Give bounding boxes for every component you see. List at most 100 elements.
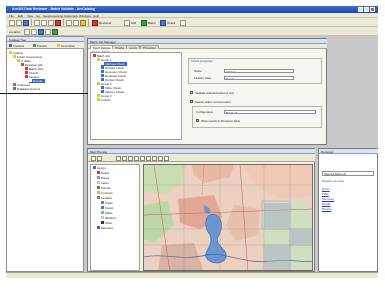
write-results-label: Write results to Reviewer table bbox=[201, 118, 241, 123]
menu-view[interactable]: View bbox=[27, 14, 33, 18]
session-icon bbox=[25, 75, 28, 79]
catalog-icon[interactable] bbox=[45, 28, 51, 35]
menu-file[interactable]: File bbox=[9, 14, 14, 18]
zoom-out-icon[interactable] bbox=[97, 155, 102, 161]
measure-icon[interactable] bbox=[152, 155, 157, 161]
configuration-field[interactable]: Batch job bbox=[224, 109, 316, 114]
legend-item[interactable]: Lakes bbox=[97, 181, 109, 185]
legend-item[interactable]: Water bbox=[101, 211, 113, 215]
menu-edit[interactable]: Edit bbox=[18, 14, 23, 18]
tab-batch-validate[interactable]: Batch Validate bbox=[90, 44, 114, 49]
close-button[interactable] bbox=[370, 7, 375, 12]
save-icon[interactable] bbox=[23, 19, 29, 26]
legend-item[interactable]: Landuse bbox=[97, 196, 112, 200]
select-icon[interactable] bbox=[146, 155, 151, 161]
table-icon bbox=[29, 79, 32, 83]
copy-icon[interactable] bbox=[41, 19, 47, 26]
link-table[interactable]: Table bbox=[322, 192, 329, 196]
validate-selected-checkbox[interactable] bbox=[190, 91, 193, 94]
batch-label[interactable]: Batch bbox=[148, 21, 156, 25]
legend-item[interactable]: Contours bbox=[97, 191, 113, 195]
menu-go[interactable]: Go bbox=[36, 14, 40, 18]
full-extent-icon[interactable] bbox=[122, 155, 127, 161]
back-extent-icon[interactable] bbox=[128, 155, 133, 161]
identify-icon[interactable] bbox=[140, 155, 145, 161]
batch-job-dropdown[interactable]: Select a batch job bbox=[322, 171, 374, 176]
link-details[interactable]: Details bbox=[322, 202, 331, 206]
tree-item-selected[interactable]: Results bbox=[29, 79, 45, 83]
search-extent-checkbox[interactable] bbox=[190, 100, 193, 103]
layer-icon bbox=[101, 201, 104, 205]
paste-icon[interactable] bbox=[48, 19, 54, 26]
back-icon[interactable] bbox=[24, 28, 30, 35]
layer-icon bbox=[97, 191, 100, 195]
link-errors[interactable]: Errors bbox=[322, 187, 330, 191]
find-icon[interactable] bbox=[158, 155, 163, 161]
search-icon[interactable] bbox=[38, 28, 44, 35]
reviewer-icon[interactable] bbox=[92, 19, 98, 26]
legend-item[interactable]: Roads bbox=[97, 171, 109, 175]
group-icon bbox=[97, 98, 100, 102]
batch-job-icon bbox=[93, 54, 96, 58]
map-view[interactable] bbox=[143, 164, 313, 271]
tree-item-label: Custom bbox=[101, 98, 111, 102]
reviewer-label[interactable]: Reviewer bbox=[99, 21, 112, 25]
up-icon[interactable] bbox=[31, 28, 37, 35]
legend-item[interactable]: Rivers bbox=[97, 176, 109, 180]
name-label: Name bbox=[194, 69, 202, 73]
tab-preview[interactable]: Preview bbox=[33, 44, 55, 49]
maximize-button[interactable] bbox=[364, 7, 369, 12]
tab-layers[interactable]: Layers bbox=[126, 44, 141, 49]
legend-item[interactable]: Other bbox=[101, 221, 112, 225]
delete-icon[interactable] bbox=[55, 19, 61, 26]
map-canvas[interactable] bbox=[144, 165, 313, 271]
toolbar-separator bbox=[31, 19, 32, 26]
forward-extent-icon[interactable] bbox=[134, 155, 139, 161]
layer-icon bbox=[101, 211, 104, 215]
legend-item[interactable]: Parcels bbox=[97, 186, 111, 190]
tree-item[interactable]: Custom bbox=[97, 98, 111, 102]
callout-line bbox=[0, 93, 88, 94]
connect-folder-icon[interactable] bbox=[80, 19, 86, 26]
menu-windows[interactable]: Windows bbox=[79, 14, 91, 18]
toolbox-icon[interactable] bbox=[52, 28, 58, 35]
tree-item-label: Results bbox=[33, 79, 43, 83]
pan-icon[interactable] bbox=[116, 155, 121, 161]
cut-icon[interactable] bbox=[34, 19, 40, 26]
name-field[interactable]: Attribute bbox=[224, 68, 294, 73]
tree-item[interactable]: Database Servers bbox=[13, 87, 40, 91]
legend-item[interactable]: Urban bbox=[101, 201, 113, 205]
menu-geoprocessing[interactable]: Geoprocessing bbox=[43, 14, 63, 18]
tab-preview-label: Preview bbox=[37, 43, 47, 48]
legend-label: Parcels bbox=[101, 186, 111, 190]
refresh-icon[interactable] bbox=[164, 155, 169, 161]
batch-icon[interactable] bbox=[141, 19, 147, 26]
tab-properties[interactable]: Properties bbox=[140, 44, 159, 49]
check-icon bbox=[101, 62, 104, 66]
help-icon[interactable] bbox=[180, 19, 186, 26]
tab-contents[interactable]: Contents bbox=[9, 44, 31, 49]
list-view-icon[interactable] bbox=[66, 19, 72, 26]
details-view-icon[interactable] bbox=[73, 19, 79, 26]
legend-item[interactable]: Boundary bbox=[97, 226, 113, 230]
menu-customize[interactable]: Customize bbox=[64, 14, 78, 18]
link-browse[interactable]: Browse bbox=[322, 207, 331, 211]
edit-icon[interactable] bbox=[124, 19, 130, 26]
legend-label: Landuse bbox=[101, 196, 113, 200]
minimize-button[interactable] bbox=[358, 7, 363, 12]
legend-item[interactable]: Wetland bbox=[101, 216, 116, 220]
link-summary[interactable]: Summary bbox=[322, 197, 334, 201]
legend-item[interactable]: Layers bbox=[93, 166, 106, 170]
legend-item[interactable]: Forest bbox=[101, 206, 113, 210]
tab-description[interactable]: Description bbox=[57, 44, 83, 49]
feature-class-dropdown[interactable]: Roads bbox=[224, 75, 294, 80]
new-icon[interactable] bbox=[9, 19, 15, 26]
menu-help[interactable]: Help bbox=[93, 14, 99, 18]
zoom-in-icon[interactable] bbox=[91, 155, 96, 161]
edit-label[interactable]: Edit bbox=[131, 21, 136, 25]
preview-icon bbox=[33, 44, 36, 47]
open-icon[interactable] bbox=[16, 19, 22, 26]
check-label[interactable]: Check bbox=[167, 21, 176, 25]
check-icon[interactable] bbox=[160, 19, 166, 26]
write-results-checkbox[interactable] bbox=[196, 119, 199, 122]
